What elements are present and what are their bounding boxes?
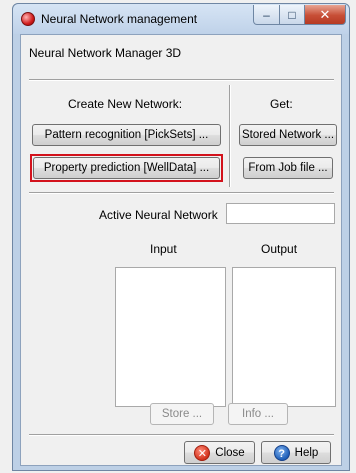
dialog-body: Neural Network Manager 3D Create New Net…	[20, 34, 342, 466]
close-button[interactable]: ✕ Close	[184, 441, 255, 464]
window-close-button[interactable]: ✕	[304, 5, 346, 25]
close-button-label: Close	[215, 446, 245, 459]
column-separator	[229, 85, 231, 187]
top-separator	[29, 79, 334, 81]
x-icon: ✕	[194, 444, 211, 461]
maximize-button[interactable]: □	[279, 5, 305, 25]
close-icon: ✕	[319, 6, 331, 22]
property-prediction-button[interactable]: Property prediction [WellData] ...	[33, 157, 220, 179]
maximize-icon: □	[288, 7, 296, 22]
stored-network-button[interactable]: Stored Network ...	[239, 124, 337, 146]
store-button[interactable]: Store ...	[150, 403, 214, 425]
help-button-label: Help	[294, 446, 319, 459]
info-button[interactable]: Info ...	[228, 403, 288, 425]
input-list[interactable]	[115, 267, 226, 407]
bottom-separator	[29, 434, 334, 436]
active-network-label: Active Neural Network	[99, 208, 218, 222]
from-job-file-button[interactable]: From Job file ...	[243, 157, 333, 179]
help-button[interactable]: ? Help	[261, 441, 331, 464]
active-network-field[interactable]	[226, 203, 335, 224]
dialog-window: Neural Network management – □ ✕ Neural N…	[12, 3, 350, 471]
pattern-recognition-button[interactable]: Pattern recognition [PickSets] ...	[32, 124, 221, 146]
output-label: Output	[261, 242, 298, 256]
input-label: Input	[150, 242, 177, 256]
create-network-label: Create New Network:	[68, 97, 183, 111]
app-icon	[21, 12, 35, 26]
question-icon: ?	[273, 444, 290, 461]
get-label: Get:	[270, 97, 293, 111]
window-title: Neural Network management	[41, 12, 198, 26]
middle-separator	[29, 192, 334, 194]
manager-label: Neural Network Manager 3D	[29, 46, 182, 60]
output-list[interactable]	[232, 267, 336, 407]
minimize-icon: –	[263, 7, 270, 22]
minimize-button[interactable]: –	[253, 5, 280, 25]
title-bar[interactable]: Neural Network management – □ ✕	[13, 4, 349, 34]
